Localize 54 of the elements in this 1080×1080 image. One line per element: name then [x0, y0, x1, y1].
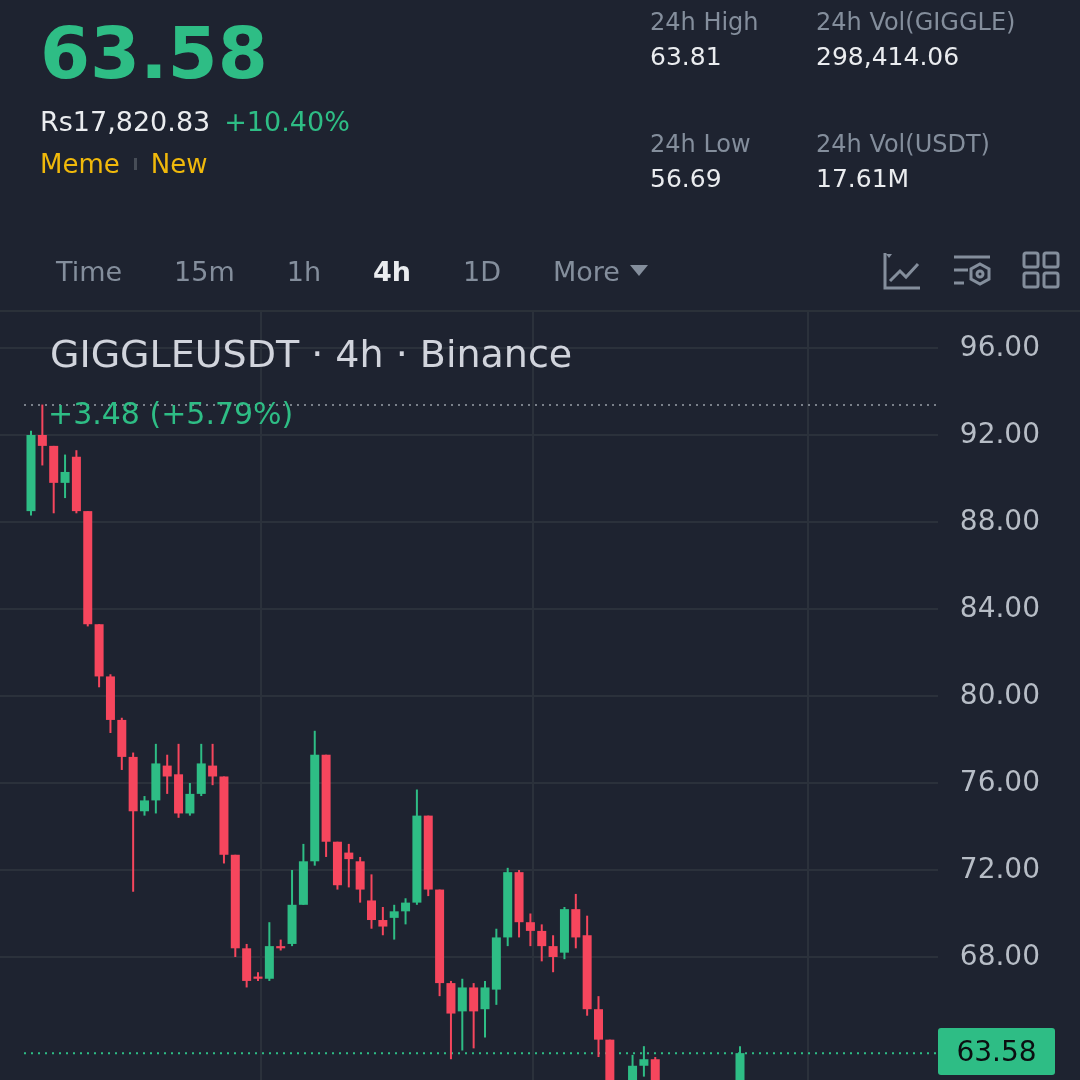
price-tag: 63.58 — [938, 1028, 1055, 1075]
grid-layout-icon[interactable] — [1022, 251, 1060, 291]
last-price: 63.58 — [40, 10, 269, 97]
candle — [605, 1038, 615, 1080]
candle — [548, 934, 558, 974]
stat-label: 24h Vol(GIGGLE) — [816, 8, 1017, 36]
candle — [480, 979, 490, 1039]
stat-value: 56.69 — [650, 164, 723, 193]
candle — [378, 905, 388, 937]
stat-value: 298,414.06 — [816, 42, 961, 71]
tag-link[interactable]: Meme — [40, 149, 120, 179]
candle — [639, 1045, 649, 1078]
interval-tab[interactable]: 1h — [266, 249, 342, 293]
candle — [469, 982, 479, 1050]
candle — [344, 842, 354, 889]
candle — [105, 673, 115, 734]
candle — [735, 1045, 745, 1080]
stat-label: 24h Low — [650, 130, 752, 158]
candle — [71, 449, 81, 515]
interval-tab[interactable]: 1D — [443, 249, 522, 293]
interval-tab[interactable]: 4h — [353, 249, 432, 293]
candle — [628, 1053, 638, 1080]
stat-label: 24h Vol(USDT) — [816, 130, 991, 158]
stat-label: 24h High — [650, 8, 760, 36]
fiat-price: Rs17,820.83 — [40, 106, 211, 137]
candle — [559, 905, 569, 961]
interval-tab[interactable]: Time — [36, 249, 143, 293]
stat-value: 63.81 — [650, 42, 723, 71]
candle — [298, 842, 308, 906]
price-change: +10.40% — [224, 106, 350, 137]
candle — [594, 995, 603, 1059]
axis-label: 80.00 — [959, 678, 1040, 711]
axis-label: 92.00 — [959, 417, 1040, 450]
candle — [389, 903, 399, 941]
axis-label: 76.00 — [959, 765, 1040, 798]
axis-label: 96.00 — [959, 330, 1040, 363]
tag-link[interactable]: New — [150, 149, 208, 179]
caret-icon — [629, 265, 648, 277]
candle — [537, 923, 547, 963]
axis-label: 88.00 — [959, 504, 1040, 537]
candle — [355, 855, 365, 904]
change-label: +3.48 (+5.79%) — [48, 396, 294, 431]
candle — [367, 873, 376, 930]
axis-label: 84.00 — [959, 591, 1040, 624]
candle — [140, 795, 149, 817]
more-dropdown[interactable]: More — [533, 249, 668, 293]
axis-label: 72.00 — [959, 852, 1040, 885]
chart-legend: GIGGLEUSDT · 4h · Binance — [50, 332, 573, 376]
axis-label: 68.00 — [959, 939, 1040, 972]
indicator-chart-icon[interactable] — [882, 251, 922, 291]
stat-value: 17.61M — [816, 164, 911, 193]
interval-tab[interactable]: 15m — [154, 249, 255, 293]
candle — [650, 1056, 660, 1080]
candle — [37, 403, 47, 467]
